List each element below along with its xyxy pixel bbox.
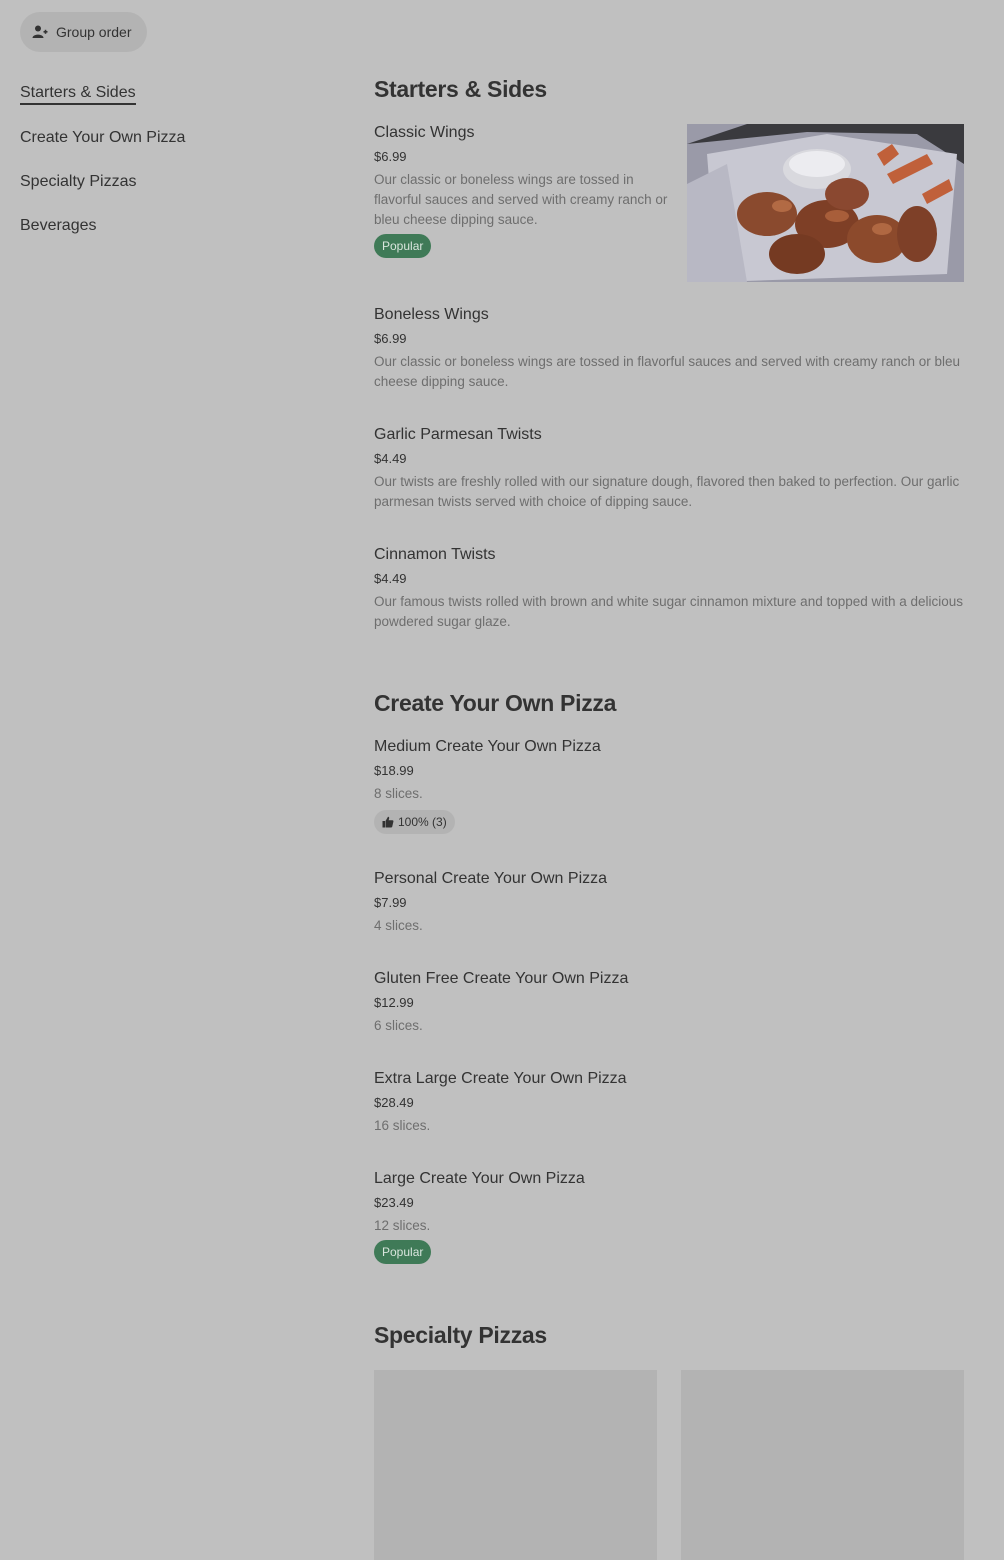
sidebar-item-beverages[interactable]: Beverages <box>20 204 320 248</box>
sidebar-item-label: Starters & Sides <box>20 84 136 105</box>
item-description: Our classic or boneless wings are tossed… <box>374 354 961 389</box>
item-description: Our famous twists rolled with brown and … <box>374 594 964 629</box>
item-description: 8 slices. <box>374 786 423 801</box>
sidebar-item-starters-sides[interactable]: Starters & Sides <box>20 72 320 116</box>
item-price: $4.49 <box>374 571 407 586</box>
item-name: Medium Create Your Own Pizza <box>374 738 601 755</box>
item-price: $12.99 <box>374 995 414 1010</box>
item-description: 16 slices. <box>374 1118 431 1133</box>
menu-item-extra-large-cyop[interactable]: Extra Large Create Your Own Pizza $28.49… <box>374 1068 964 1136</box>
item-description: Our twists are freshly rolled with our s… <box>374 474 960 509</box>
sidebar-item-label: Specialty Pizzas <box>20 173 137 190</box>
group-order-label: Group order <box>56 24 132 40</box>
item-name: Personal Create Your Own Pizza <box>374 870 608 887</box>
menu-item-large-cyop[interactable]: Large Create Your Own Pizza $23.49 12 sl… <box>374 1168 964 1264</box>
rating-value: 100% (3) <box>398 815 447 829</box>
person-plus-icon <box>32 24 48 40</box>
item-name: Cinnamon Twists <box>374 546 496 563</box>
item-description: 6 slices. <box>374 1018 423 1033</box>
popular-badge: Popular <box>374 1240 432 1264</box>
rating-badge: 100% (3) <box>374 810 455 834</box>
thumbs-up-icon <box>382 816 394 828</box>
item-description: Our classic or boneless wings are tossed… <box>374 172 668 227</box>
item-name: Gluten Free Create Your Own Pizza <box>374 970 629 987</box>
menu-item-boneless-wings[interactable]: Boneless Wings $6.99 Our classic or bone… <box>374 304 964 392</box>
item-description: 12 slices. <box>374 1218 431 1233</box>
sidebar-item-specialty-pizzas[interactable]: Specialty Pizzas <box>20 160 320 204</box>
item-price: $7.99 <box>374 895 407 910</box>
item-name: Garlic Parmesan Twists <box>374 426 542 443</box>
menu-item-gluten-free-cyop[interactable]: Gluten Free Create Your Own Pizza $12.99… <box>374 968 964 1036</box>
group-order-button[interactable]: Group order <box>20 12 148 52</box>
sidebar-item-create-your-own-pizza[interactable]: Create Your Own Pizza <box>20 116 320 160</box>
item-price: $23.49 <box>374 1195 414 1210</box>
specialty-card-row <box>374 1370 964 1560</box>
section-title-specialty-pizzas: Specialty Pizzas <box>374 1322 547 1348</box>
item-price: $18.99 <box>374 763 414 778</box>
item-price: $4.49 <box>374 451 407 466</box>
specialty-card-placeholder[interactable] <box>374 1370 657 1560</box>
sidebar-item-label: Beverages <box>20 217 97 234</box>
item-price: $6.99 <box>374 331 407 346</box>
popular-badge: Popular <box>374 234 432 258</box>
section-title-create-your-own-pizza: Create Your Own Pizza <box>374 690 617 716</box>
menu-item-garlic-parmesan-twists[interactable]: Garlic Parmesan Twists $4.49 Our twists … <box>374 424 964 512</box>
item-name: Large Create Your Own Pizza <box>374 1170 585 1187</box>
menu-item-classic-wings[interactable]: Classic Wings $6.99 Our classic or bonel… <box>374 122 964 282</box>
sidebar-item-label: Create Your Own Pizza <box>20 129 186 146</box>
category-sidebar: Starters & Sides Create Your Own Pizza S… <box>20 72 320 248</box>
menu-item-personal-cyop[interactable]: Personal Create Your Own Pizza $7.99 4 s… <box>374 868 964 936</box>
item-description: 4 slices. <box>374 918 423 933</box>
specialty-card-placeholder[interactable] <box>681 1370 964 1560</box>
classic-wings-image <box>687 124 964 282</box>
item-price: $28.49 <box>374 1095 414 1110</box>
menu-item-cinnamon-twists[interactable]: Cinnamon Twists $4.49 Our famous twists … <box>374 544 964 632</box>
menu-item-medium-cyop[interactable]: Medium Create Your Own Pizza $18.99 8 sl… <box>374 736 964 834</box>
item-name: Classic Wings <box>374 124 475 141</box>
item-price: $6.99 <box>374 149 407 164</box>
item-name: Extra Large Create Your Own Pizza <box>374 1070 627 1087</box>
item-name: Boneless Wings <box>374 306 489 323</box>
section-title-starters-sides: Starters & Sides <box>374 76 547 102</box>
